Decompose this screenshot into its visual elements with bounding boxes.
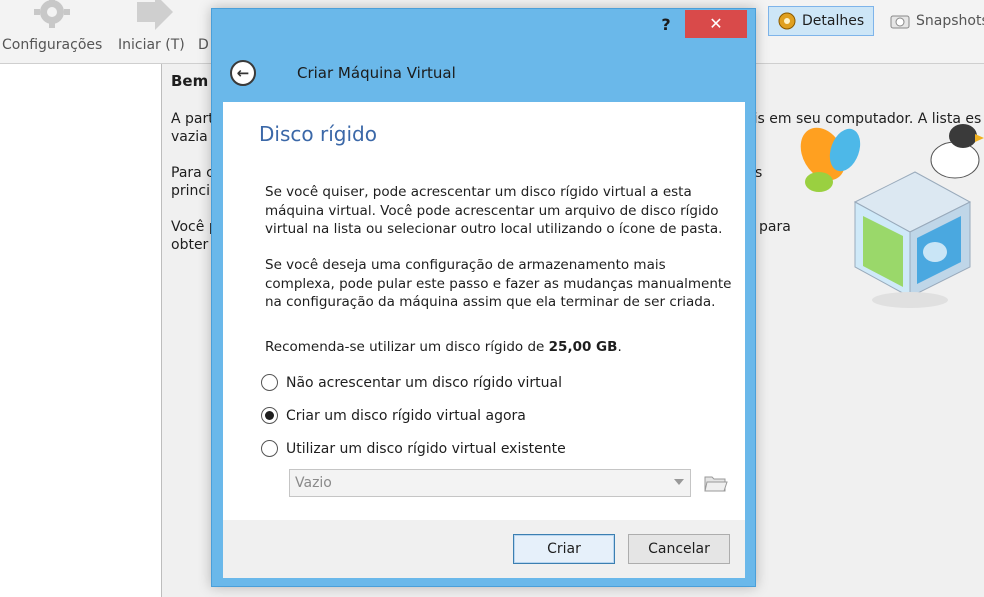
gear-icon	[34, 0, 70, 28]
snapshots-label: Snapshots	[916, 13, 984, 29]
welcome-text-line: vazia	[171, 129, 208, 145]
welcome-text-line: A part	[171, 111, 214, 127]
radio-no-disk[interactable]	[261, 374, 278, 391]
dialog-footer: Criar Cancelar	[223, 520, 745, 578]
recommendation-prefix: Recomenda-se utilizar um disco rígido de	[265, 339, 549, 355]
description-paragraph-2: Se você deseja uma configuração de armaz…	[265, 257, 732, 310]
snapshots-button[interactable]: Snapshots	[890, 6, 984, 36]
arrow-right-icon	[137, 0, 173, 30]
vm-list-panel[interactable]	[0, 64, 162, 597]
dialog-header: ← Criar Máquina Virtual	[212, 49, 757, 101]
option-no-disk[interactable]: Não acrescentar um disco rígido virtual	[261, 374, 562, 391]
radio-existing-disk[interactable]	[261, 440, 278, 457]
option-existing-disk[interactable]: Utilizar um disco rígido virtual existen…	[261, 440, 566, 457]
create-button[interactable]: Criar	[513, 534, 615, 564]
option-label: Utilizar um disco rígido virtual existen…	[286, 440, 566, 457]
dialog-content: Disco rígido Se você quiser, pode acresc…	[223, 102, 745, 520]
existing-disk-value: Vazio	[295, 475, 332, 491]
option-create-disk[interactable]: Criar um disco rígido virtual agora	[261, 407, 526, 424]
recommended-size: 25,00 GB	[548, 339, 618, 355]
settings-button[interactable]: Configurações	[2, 0, 102, 53]
details-button[interactable]: Detalhes	[768, 6, 874, 36]
chevron-down-icon	[674, 479, 684, 485]
welcome-text-line: obter	[171, 237, 209, 253]
welcome-text-line: s	[755, 165, 763, 181]
welcome-text-line: Para c	[171, 165, 214, 181]
start-button[interactable]: Iniciar (T)	[118, 0, 188, 53]
back-button[interactable]: ←	[230, 60, 256, 86]
virtualbox-logo-illustration	[800, 124, 984, 308]
start-label: Iniciar (T)	[118, 37, 185, 53]
option-label: Criar um disco rígido virtual agora	[286, 407, 526, 424]
dialog-title: Criar Máquina Virtual	[297, 64, 456, 82]
create-vm-dialog: ? ✕ ← Criar Máquina Virtual Disco rígido…	[211, 8, 756, 587]
welcome-heading: Bem	[171, 72, 209, 90]
folder-icon[interactable]	[703, 471, 729, 495]
page-title: Disco rígido	[259, 122, 377, 146]
description-paragraph-1: Se você quiser, pode acrescentar um disc…	[265, 184, 723, 237]
details-label: Detalhes	[802, 13, 865, 29]
cancel-button[interactable]: Cancelar	[628, 534, 730, 564]
recommendation-suffix: .	[617, 339, 622, 355]
camera-icon	[890, 15, 910, 29]
existing-disk-select[interactable]: Vazio	[289, 469, 691, 497]
welcome-text-line: para	[759, 219, 791, 235]
discard-label: D	[198, 37, 209, 53]
gear-icon	[778, 12, 796, 30]
settings-label: Configurações	[2, 37, 103, 53]
help-button[interactable]: ?	[652, 13, 680, 37]
recommendation-text: Recomenda-se utilizar um disco rígido de…	[265, 339, 622, 355]
radio-create-disk[interactable]	[261, 407, 278, 424]
close-button[interactable]: ✕	[685, 10, 747, 38]
option-label: Não acrescentar um disco rígido virtual	[286, 374, 562, 391]
arrow-left-icon: ←	[236, 64, 250, 82]
